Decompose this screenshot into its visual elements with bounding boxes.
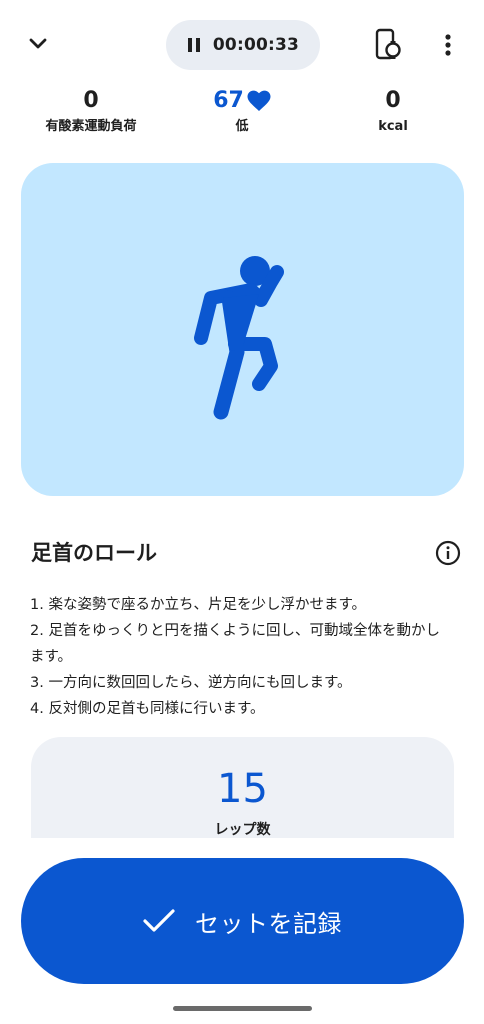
more-options-button[interactable]: [434, 26, 462, 64]
watch-connection-button[interactable]: [370, 26, 406, 64]
rep-count-label: レップ数: [214, 822, 271, 838]
exercise-title: 足首のロール: [31, 541, 157, 565]
exercise-illustration: [21, 163, 464, 496]
home-indicator[interactable]: [173, 1006, 312, 1011]
instruction-step: 2. 足首をゆっくりと円を描くように回し、可動域全体を動かします。: [30, 623, 440, 665]
running-person-icon: [193, 255, 284, 419]
info-icon: [435, 540, 461, 566]
top-bar: 00:00:33: [0, 0, 484, 92]
instruction-step: 4. 反対側の足首も同様に行います。: [30, 701, 265, 717]
cardio-load-label: 有酸素運動負荷: [45, 119, 137, 134]
heart-rate-value: 67: [213, 88, 244, 113]
stat-calories: 0 kcal: [318, 86, 468, 136]
rep-count-value: 15: [217, 766, 268, 812]
stat-heart-rate: 67 低: [167, 86, 317, 136]
calories-value: 0: [385, 88, 401, 113]
record-set-label: セットを記録: [195, 909, 342, 938]
exercise-instructions: 1. 楽な姿勢で座るか立ち、片足を少し浮かせます。 2. 足首をゆっくりと円を描…: [30, 592, 450, 722]
watch-phone-icon: [375, 28, 401, 60]
instruction-step: 1. 楽な姿勢で座るか立ち、片足を少し浮かせます。: [30, 597, 366, 613]
workout-timer[interactable]: 00:00:33: [166, 20, 320, 70]
heart-icon: [247, 90, 271, 111]
instruction-step: 3. 一方向に数回回したら、逆方向にも回します。: [30, 675, 352, 691]
record-set-button[interactable]: セットを記録: [21, 858, 464, 984]
calories-label: kcal: [378, 119, 408, 134]
elapsed-time: 00:00:33: [212, 35, 300, 55]
pause-icon: [187, 38, 200, 52]
workout-stats: 0 有酸素運動負荷 67 低 0 kcal: [0, 86, 484, 146]
heart-rate-row: 67: [167, 86, 317, 116]
stat-cardio-load: 0 有酸素運動負荷: [16, 86, 166, 136]
more-vert-icon: [445, 34, 451, 56]
check-icon: [143, 909, 175, 932]
collapse-button[interactable]: [22, 28, 54, 60]
exercise-info-button[interactable]: [434, 539, 462, 567]
heart-zone-label: 低: [235, 119, 249, 134]
cardio-load-value: 0: [83, 88, 99, 113]
chevron-down-icon: [29, 38, 47, 49]
